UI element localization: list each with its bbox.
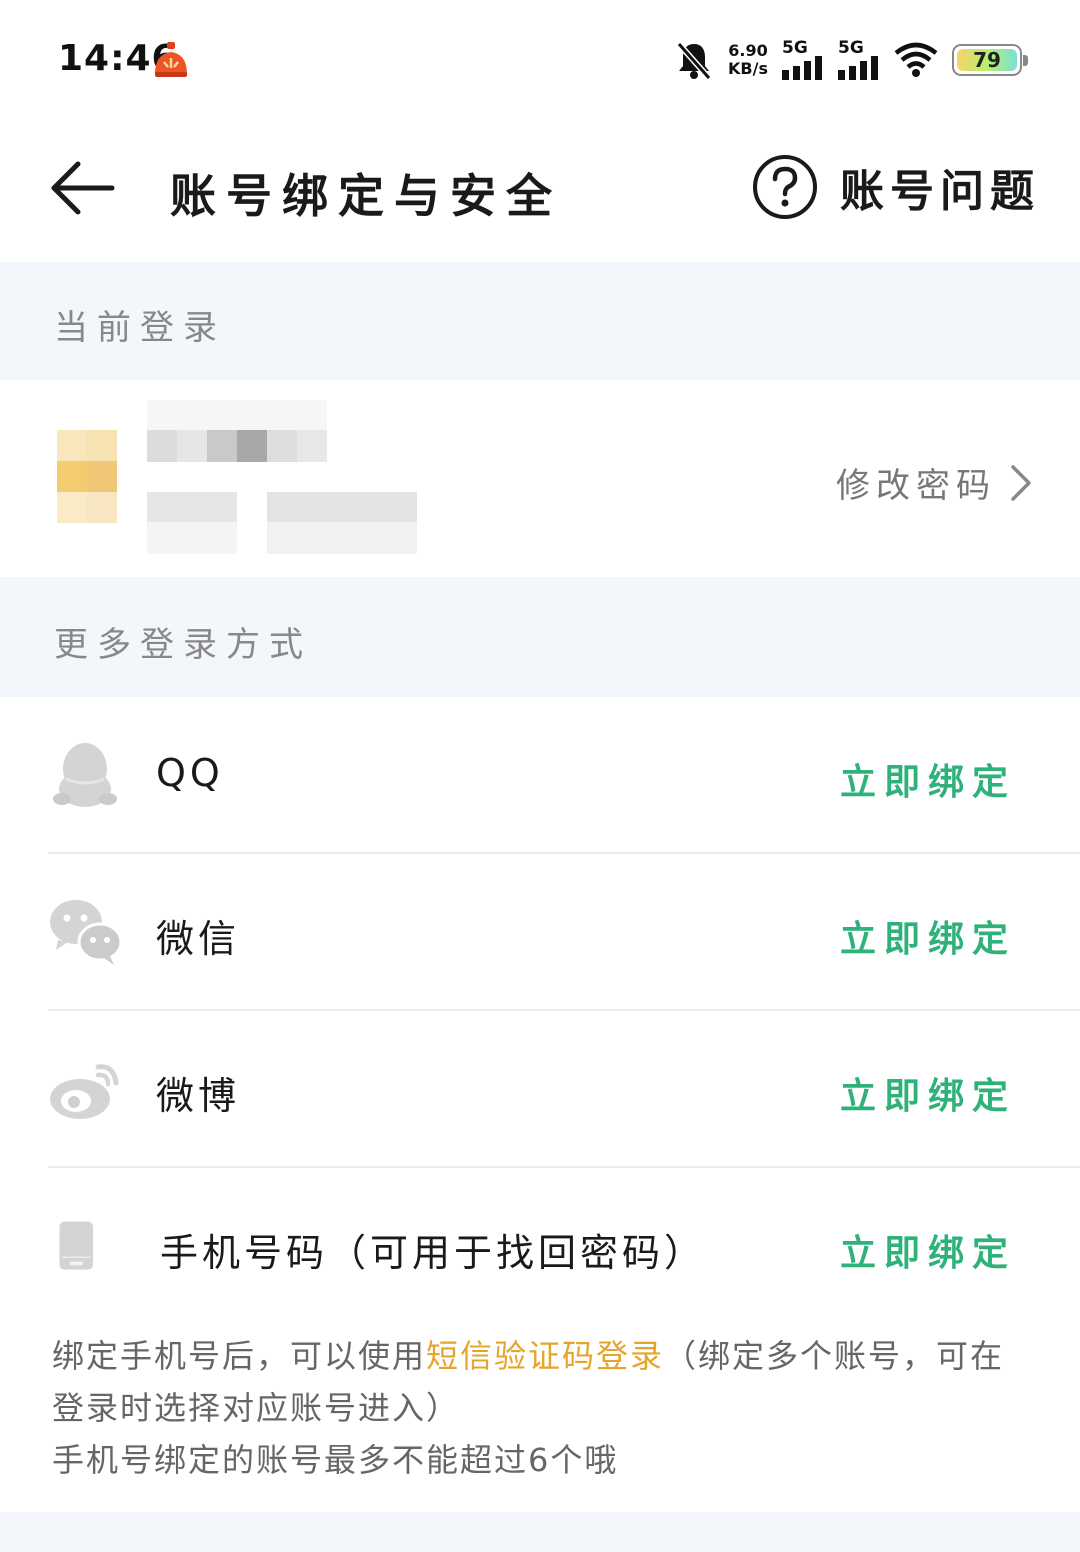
app-notification-icon (155, 42, 187, 77)
status-icons: 6.90 KB/s 5G 5G 79 (674, 38, 1028, 82)
bind-now-button[interactable]: 立即绑定 (840, 1067, 1016, 1119)
wifi-icon (894, 42, 938, 77)
note-text: 绑定手机号后，可以使用 (52, 1337, 427, 1375)
wechat-icon (50, 900, 122, 965)
net-speed-value: 6.90 (728, 41, 768, 60)
bind-row-wechat[interactable]: 微信 立即绑定 (0, 854, 1080, 1011)
signal-label: 5G (782, 38, 808, 58)
bind-list: QQ 立即绑定 微信 立即绑定 微博 立即绑定 手机号码（可用于找回密码） 立即… (0, 697, 1080, 1325)
current-account-card: 修改密码 (0, 380, 1080, 577)
net-speed-unit: KB/s (728, 59, 768, 78)
page-header: 账号绑定与安全 账号问题 (0, 120, 1080, 262)
section-title: 更多登录方式 (54, 625, 312, 665)
bind-label: 手机号码（可用于找回密码） (160, 1231, 707, 1275)
page-title: 账号绑定与安全 (170, 169, 562, 223)
mute-bell-icon (676, 42, 712, 80)
signal-bars-icon (782, 56, 822, 80)
net-speed: 6.90 KB/s (728, 42, 768, 78)
phone-icon (59, 1221, 94, 1270)
more-login-section-header: 更多登录方式 (0, 577, 1080, 697)
sms-login-link[interactable]: 短信验证码登录 (426, 1337, 664, 1375)
bind-now-button[interactable]: 立即绑定 (840, 1224, 1016, 1276)
bind-label: 微信 (156, 917, 241, 961)
account-name-blurred (147, 400, 327, 462)
signal-bars-icon (838, 56, 878, 80)
signal-label: 5G (838, 38, 864, 58)
phone-bind-note: 绑定手机号后，可以使用短信验证码登录（绑定多个账号，可在登录时选择对应账号进入）… (52, 1330, 1032, 1486)
account-info-blurred (147, 492, 417, 554)
bind-now-button[interactable]: 立即绑定 (840, 910, 1016, 962)
bind-label: 微博 (156, 1074, 241, 1118)
battery-level: 79 (973, 48, 1001, 72)
bind-row-phone[interactable]: 手机号码（可用于找回密码） 立即绑定 (0, 1168, 1080, 1325)
note-limit-text: 手机号绑定的账号最多不能超过6个哦 (52, 1441, 619, 1479)
change-password-label: 修改密码 (836, 466, 996, 506)
bottom-strip (0, 1512, 1080, 1552)
status-bar: 14:46 6.90 KB/s 5G 5G 79 (0, 0, 1080, 120)
bind-label: QQ (156, 751, 224, 795)
battery-indicator: 79 (952, 44, 1028, 76)
avatar (57, 430, 117, 523)
section-title: 当前登录 (54, 308, 226, 348)
weibo-icon (50, 1064, 119, 1119)
help-label: 账号问题 (840, 166, 1040, 217)
back-arrow-icon[interactable] (48, 156, 118, 220)
bind-now-button[interactable]: 立即绑定 (840, 753, 1016, 805)
bind-row-weibo[interactable]: 微博 立即绑定 (0, 1011, 1080, 1168)
change-password-button[interactable]: 修改密码 (836, 458, 1032, 507)
chevron-right-icon (1011, 464, 1031, 501)
signal-5g-1: 5G (782, 40, 824, 80)
bind-row-qq[interactable]: QQ 立即绑定 (0, 697, 1080, 854)
current-login-section-header: 当前登录 (0, 262, 1080, 380)
account-help-button[interactable]: 账号问题 (752, 154, 1040, 220)
question-circle-icon (753, 155, 817, 219)
qq-penguin-icon (53, 743, 117, 807)
signal-5g-2: 5G (838, 40, 880, 80)
